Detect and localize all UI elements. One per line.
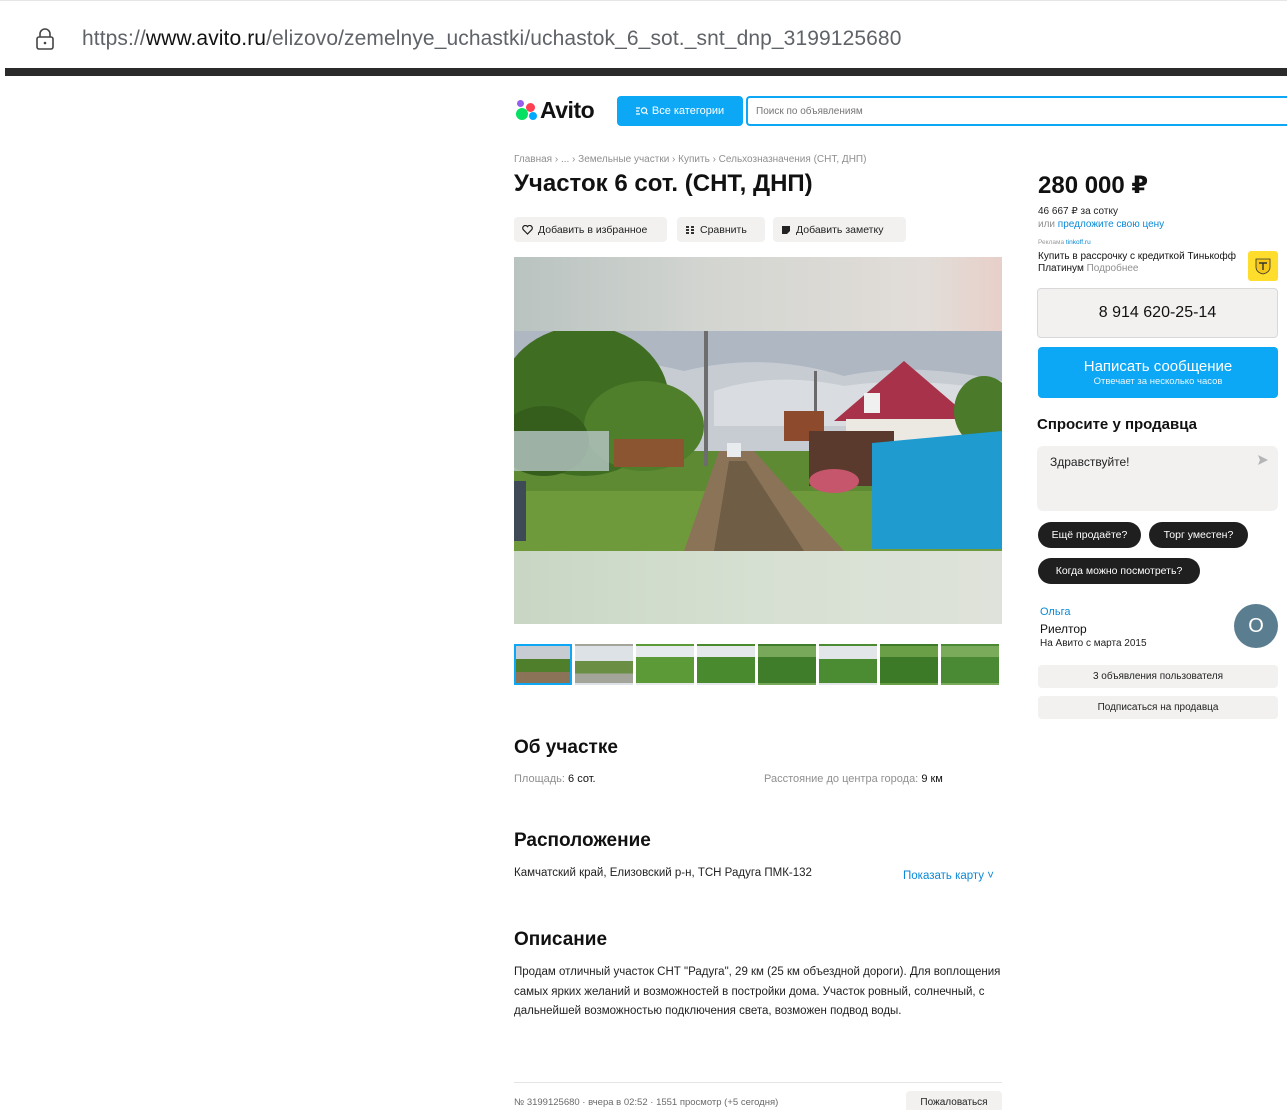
location-heading: Расположение	[514, 830, 651, 851]
compare-icon	[686, 225, 694, 234]
thumbnail[interactable]	[514, 644, 572, 685]
thumbnail[interactable]	[758, 644, 816, 685]
note-icon	[782, 225, 790, 234]
ad-domain[interactable]: tinkoff.ru	[1066, 239, 1091, 246]
write-message-button[interactable]: Написать сообщение Отвечает за несколько…	[1038, 347, 1278, 398]
tinkoff-logo-icon[interactable]	[1248, 251, 1278, 281]
photo-blurred-bottom	[514, 551, 1002, 624]
offer-price-link[interactable]: предложите свою цену	[1058, 219, 1164, 230]
note-label: Добавить заметку	[796, 223, 884, 236]
page-title: Участок 6 сот. (СНТ, ДНП)	[514, 170, 813, 197]
browser-address-bar[interactable]: https://www.avito.ru/elizovo/zemelnye_uc…	[0, 0, 1287, 70]
thumbnail[interactable]	[880, 644, 938, 685]
thumbnail-strip[interactable]	[514, 644, 999, 685]
user-listings-button[interactable]: 3 объявления пользователя	[1038, 665, 1278, 688]
photo-blurred-top	[514, 257, 1002, 331]
price: 280 000 ₽	[1038, 172, 1149, 199]
logo-text: Avito	[540, 96, 595, 123]
main-photo[interactable]	[514, 257, 1002, 624]
thumbnail[interactable]	[575, 644, 633, 685]
url-text[interactable]: https://www.avito.ru/elizovo/zemelnye_uc…	[82, 27, 901, 51]
thumbnail[interactable]	[941, 644, 999, 685]
favorites-label: Добавить в избранное	[538, 223, 648, 236]
area-param: Площадь: 6 сот.	[514, 773, 596, 785]
url-host: www.avito.ru	[145, 27, 267, 50]
report-button[interactable]: Пожаловаться	[906, 1091, 1002, 1110]
thumbnail[interactable]	[636, 644, 694, 685]
breadcrumb[interactable]: Главная › ... › Земельные участки › Купи…	[514, 154, 866, 165]
price-per-unit: 46 667 ₽ за сотку	[1038, 206, 1118, 217]
seller-name-link[interactable]: Ольга	[1040, 606, 1070, 618]
about-heading: Об участке	[514, 737, 618, 758]
distance-param: Расстояние до центра города: 9 км	[764, 773, 943, 785]
ad-label: Реклама tinkoff.ru	[1038, 239, 1091, 246]
heart-icon	[522, 224, 533, 235]
all-categories-button[interactable]: Все категории	[617, 96, 743, 126]
add-note-button[interactable]: Добавить заметку	[773, 217, 906, 242]
ad-more-link[interactable]: Подробнее	[1087, 263, 1139, 274]
avito-logo[interactable]: Avito	[514, 96, 595, 124]
subscribe-seller-button[interactable]: Подписаться на продавца	[1038, 696, 1278, 719]
ask-seller-heading: Спросите у продавца	[1037, 416, 1197, 433]
quick-reply-chip[interactable]: Торг уместен?	[1149, 522, 1248, 548]
browser-divider	[5, 68, 1287, 76]
show-phone-button[interactable]: 8 914 620-25-14	[1037, 288, 1278, 338]
logo-dots-icon	[514, 98, 538, 122]
quick-reply-chip[interactable]: Ещё продаёте?	[1038, 522, 1141, 548]
area-value: 6 сот.	[568, 773, 596, 785]
lock-icon	[36, 28, 54, 50]
thumbnail[interactable]	[697, 644, 755, 685]
send-icon[interactable]	[1256, 453, 1270, 467]
listing-meta: № 3199125680 · вчера в 02:52 · 1551 прос…	[514, 1097, 779, 1108]
all-categories-label: Все категории	[651, 105, 725, 117]
footer-divider	[514, 1082, 1002, 1083]
compare-button[interactable]: Сравнить	[677, 217, 765, 242]
add-to-favorites-button[interactable]: Добавить в избранное	[514, 217, 667, 242]
thumbnail[interactable]	[819, 644, 877, 685]
show-map-link[interactable]: Показать карту ˅	[903, 870, 994, 882]
ask-seller-input[interactable]: Здравствуйте!	[1037, 446, 1278, 511]
quick-reply-chip[interactable]: Когда можно посмотреть?	[1038, 558, 1200, 584]
categories-search-icon	[635, 107, 648, 115]
distance-value: 9 км	[921, 773, 943, 785]
photo-scene	[514, 331, 1002, 551]
compare-label: Сравнить	[700, 223, 747, 236]
ad-text[interactable]: Купить в рассрочку с кредиткой Тинькофф …	[1038, 251, 1238, 275]
response-time-label: Отвечает за несколько часов	[1093, 376, 1223, 387]
description-text: Продам отличный участок СНТ "Радуга", 29…	[514, 966, 1001, 1017]
write-message-label: Написать сообщение	[1083, 358, 1233, 375]
offer-price: или предложите свою цену	[1038, 219, 1165, 230]
seller-role: Риелтор	[1040, 622, 1087, 636]
search-input[interactable]	[746, 96, 1287, 126]
description-heading: Описание	[514, 929, 608, 950]
location-address: Камчатский край, Елизовский р-н, ТСН Рад…	[514, 867, 812, 879]
seller-since: На Авито с марта 2015	[1040, 638, 1147, 649]
seller-avatar[interactable]: О	[1234, 604, 1278, 648]
